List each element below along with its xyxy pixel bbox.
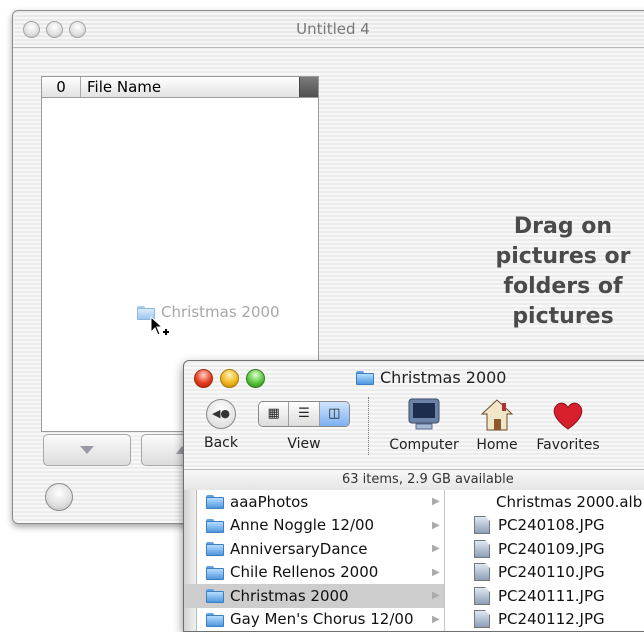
chevron-right-icon: ▶: [432, 519, 440, 531]
folder-icon: [206, 494, 224, 510]
folder-name: aaaPhotos: [230, 492, 309, 511]
folder-column[interactable]: aaaPhotos ▶ Anne Noggle 12/00 ▶ AnniversaryD…: [184, 490, 445, 632]
drop-hint-line: pictures: [512, 304, 614, 329]
folder-icon: [206, 541, 224, 557]
chevron-right-icon: ▶: [432, 590, 440, 602]
drop-hint-line: pictures or: [495, 244, 631, 269]
heart-icon: [553, 402, 583, 430]
finder-titlebar[interactable]: Christmas 2000: [184, 361, 644, 395]
folder-row[interactable]: AnniversaryDance ▶: [184, 537, 444, 561]
view-label: View: [287, 436, 321, 452]
home-label: Home: [476, 437, 518, 453]
file-name: Christmas 2000.alb: [496, 492, 643, 511]
minimize-button[interactable]: [220, 369, 239, 388]
view-control[interactable]: ▦ ☰ ◫ View: [258, 395, 350, 452]
file-name: PC240108.JPG: [498, 516, 605, 535]
file-name: PC240110.JPG: [498, 563, 605, 582]
jpeg-file-icon: [474, 563, 490, 582]
icon-view-icon[interactable]: ▦: [259, 402, 290, 426]
folder-row[interactable]: Anne Noggle 12/00 ▶: [184, 514, 444, 538]
chevron-right-icon: ▶: [432, 496, 440, 508]
home-button[interactable]: Home: [472, 395, 522, 453]
folder-icon: [206, 612, 224, 627]
folder-icon: [356, 370, 374, 385]
computer-icon: [408, 398, 440, 430]
folder-name: Chile Rellenos 2000: [230, 563, 379, 582]
folder-row[interactable]: Gay Men's Chorus 12/00 ▶: [184, 608, 444, 632]
copy-cursor-icon: [150, 316, 169, 336]
jpeg-file-icon: [474, 586, 490, 605]
toolbar-separator: [368, 397, 369, 455]
favorites-button[interactable]: Favorites: [532, 395, 604, 453]
file-row[interactable]: Christmas 2000.alb: [446, 490, 644, 514]
column-browser[interactable]: aaaPhotos ▶ Anne Noggle 12/00 ▶ AnniversaryD…: [184, 490, 644, 632]
finder-title: Christmas 2000: [356, 368, 506, 387]
list-header: 0 File Name: [42, 77, 318, 98]
file-name: PC240109.JPG: [498, 539, 605, 558]
jpeg-file-icon: [474, 539, 490, 558]
computer-label: Computer: [389, 437, 459, 453]
back-button[interactable]: ◀● Back: [196, 395, 246, 451]
folder-name: Christmas 2000: [230, 586, 349, 605]
file-row[interactable]: PC240109.JPG: [446, 537, 644, 561]
folder-name: AnniversaryDance: [230, 539, 368, 558]
finder-window: Christmas 2000 ◀● Back ▦ ☰ ◫ View Comput…: [183, 360, 644, 632]
list-view-icon[interactable]: ☰: [289, 402, 320, 426]
folder-name: Anne Noggle 12/00: [230, 516, 375, 535]
chevron-right-icon: ▶: [432, 613, 440, 625]
folder-icon: [206, 588, 224, 604]
jpeg-file-icon: [474, 516, 490, 535]
file-row[interactable]: PC240112.JPG: [446, 608, 644, 632]
back-label: Back: [204, 435, 238, 451]
folder-row[interactable]: Chile Rellenos 2000 ▶: [184, 561, 444, 585]
chevron-right-icon: ▶: [432, 543, 440, 555]
view-segmented-control[interactable]: ▦ ☰ ◫: [258, 401, 350, 427]
status-text: 63 items, 2.9 GB available: [342, 472, 514, 487]
home-icon: [480, 399, 514, 431]
finder-title-label: Christmas 2000: [380, 368, 507, 387]
move-down-button[interactable]: [43, 434, 131, 466]
chevron-right-icon: ▶: [432, 566, 440, 578]
drop-hint-line: Drag on: [513, 214, 613, 239]
folder-row[interactable]: Christmas 2000 ▶: [184, 584, 444, 608]
count-column-header[interactable]: 0: [42, 77, 81, 97]
back-arrow-icon: ◀●: [206, 399, 236, 429]
round-action-button[interactable]: [45, 483, 73, 511]
file-row[interactable]: PC240110.JPG: [446, 561, 644, 585]
dragged-folder-label: Christmas 2000: [161, 303, 280, 321]
column-sort-corner[interactable]: [299, 77, 318, 97]
file-name-column-header[interactable]: File Name: [81, 77, 299, 97]
triangle-down-icon: [80, 446, 94, 454]
zoom-button[interactable]: [246, 369, 265, 388]
favorites-label: Favorites: [536, 437, 600, 453]
folder-row[interactable]: aaaPhotos ▶: [184, 490, 444, 514]
window-title: Untitled 4: [296, 20, 370, 38]
status-bar: 63 items, 2.9 GB available: [184, 469, 644, 491]
column-view-icon[interactable]: ◫: [319, 402, 349, 426]
drop-hint-text: Drag on pictures or folders of pictures: [483, 212, 643, 332]
computer-button[interactable]: Computer: [384, 395, 464, 453]
folder-icon: [206, 518, 224, 533]
file-row[interactable]: PC240111.JPG: [446, 584, 644, 608]
file-column[interactable]: Christmas 2000.alb PC240108.JPG PC240109.J…: [446, 490, 644, 632]
finder-toolbar: ◀● Back ▦ ☰ ◫ View Computer Home Favorit…: [184, 395, 644, 465]
window-titlebar[interactable]: Untitled 4: [13, 11, 644, 48]
drop-hint-line: folders of: [503, 274, 623, 299]
file-row[interactable]: PC240108.JPG: [446, 514, 644, 538]
file-name: PC240111.JPG: [498, 586, 605, 605]
folder-icon: [206, 565, 224, 580]
close-button[interactable]: [194, 369, 213, 388]
